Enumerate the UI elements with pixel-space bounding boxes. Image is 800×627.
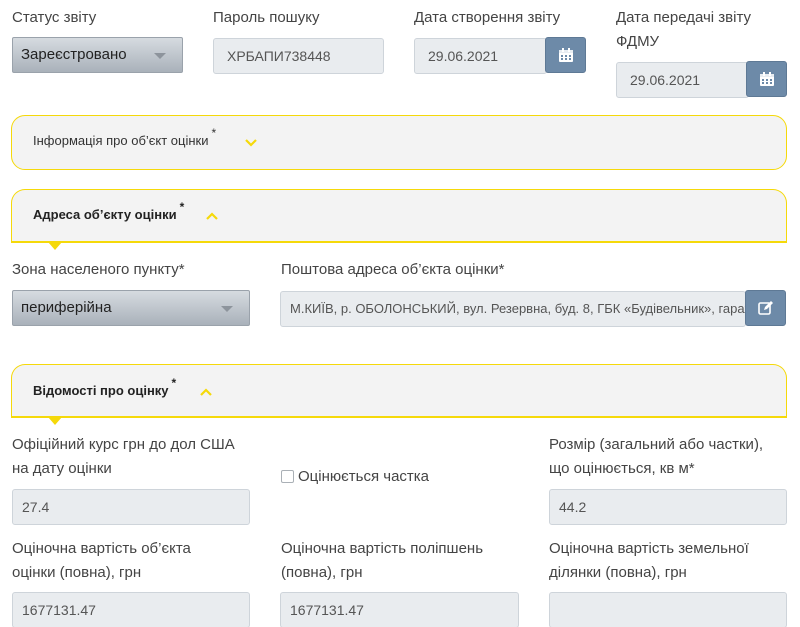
calendar-icon: [759, 72, 774, 86]
status-select-value: Зареєстровано: [21, 46, 127, 63]
caret-down-icon: [154, 53, 166, 59]
improvements-cost-label-line2: (повна), грн: [281, 564, 363, 581]
created-date-label: Дата створення звіту: [414, 9, 561, 26]
object-cost-label-line2: оцінки (повна), грн: [12, 564, 142, 581]
chevron-down-icon[interactable]: [244, 138, 258, 148]
password-field[interactable]: ХРБАПИ738448: [213, 38, 384, 74]
edit-icon: [757, 301, 773, 315]
object-info-title-text: Інформація про об’єкт оцінки: [33, 133, 209, 148]
size-label-line1: Розмір (загальний або частки),: [549, 436, 764, 453]
address-title-text: Адреса об’єкту оцінки: [33, 207, 177, 222]
zone-select[interactable]: периферійна: [12, 290, 250, 326]
exchange-rate-label-line2: на дату оцінки: [12, 460, 112, 477]
created-date-field[interactable]: 29.06.2021: [414, 38, 547, 74]
valuation-panel-title: Відомості про оцінку *: [33, 376, 176, 398]
improvements-cost-field[interactable]: 1677131.47: [280, 592, 519, 627]
postal-address-label: Поштова адреса об’єкта оцінки*: [281, 261, 505, 278]
status-label: Статус звіту: [12, 9, 97, 26]
partial-share-checkbox[interactable]: [281, 470, 294, 483]
fdmu-date-field[interactable]: 29.06.2021: [616, 62, 749, 98]
land-cost-label-line2: ділянки (повна), грн: [549, 564, 687, 581]
improvements-cost-label-line1: Оціночна вартість поліпшень: [281, 540, 484, 557]
required-star: *: [171, 376, 177, 390]
chevron-up-icon[interactable]: [199, 387, 213, 397]
panel-pointer: [48, 242, 62, 250]
address-panel[interactable]: Адреса об’єкту оцінки *: [11, 189, 787, 250]
fdmu-date-label-line1: Дата передачі звіту: [616, 9, 751, 26]
object-cost-field[interactable]: 1677131.47: [12, 592, 250, 627]
zone-select-value: периферійна: [21, 299, 112, 316]
status-select[interactable]: Зареєстровано: [12, 37, 183, 73]
object-cost-label-line1: Оціночна вартість об’єкта: [12, 540, 191, 557]
valuation-title-text: Відомості про оцінку: [33, 383, 169, 398]
partial-share-label: Оцінюється частка: [298, 468, 430, 485]
fdmu-date-label-line2: ФДМУ: [616, 33, 660, 50]
panel-pointer: [48, 417, 62, 425]
fdmu-date-calendar-button[interactable]: [746, 61, 787, 97]
valuation-panel[interactable]: Відомості про оцінку *: [11, 364, 787, 425]
object-info-panel-title: Інформація про об’єкт оцінки *: [33, 126, 216, 148]
password-label: Пароль пошуку: [213, 9, 320, 26]
size-label-line2: що оцінюється, кв м*: [549, 460, 695, 477]
calendar-icon: [558, 48, 573, 62]
required-star: *: [179, 200, 185, 214]
exchange-rate-field[interactable]: 27.4: [12, 489, 250, 525]
exchange-rate-label-line1: Офіційний курс грн до дол США: [12, 436, 235, 453]
address-panel-title: Адреса об’єкту оцінки *: [33, 200, 184, 222]
zone-label: Зона населеного пункту*: [12, 261, 185, 278]
postal-address-edit-button[interactable]: [745, 290, 786, 326]
created-date-calendar-button[interactable]: [545, 37, 586, 73]
chevron-up-icon[interactable]: [205, 211, 219, 221]
size-field[interactable]: 44.2: [549, 489, 787, 525]
required-star: *: [211, 126, 217, 140]
postal-address-field[interactable]: М.КИЇВ, р. ОБОЛОНСЬКИЙ, вул. Резервна, б…: [280, 291, 746, 327]
object-info-panel[interactable]: Інформація про об’єкт оцінки *: [11, 115, 787, 170]
caret-down-icon: [221, 306, 233, 312]
land-cost-label-line1: Оціночна вартість земельної: [549, 540, 749, 557]
land-cost-field[interactable]: [549, 592, 787, 627]
